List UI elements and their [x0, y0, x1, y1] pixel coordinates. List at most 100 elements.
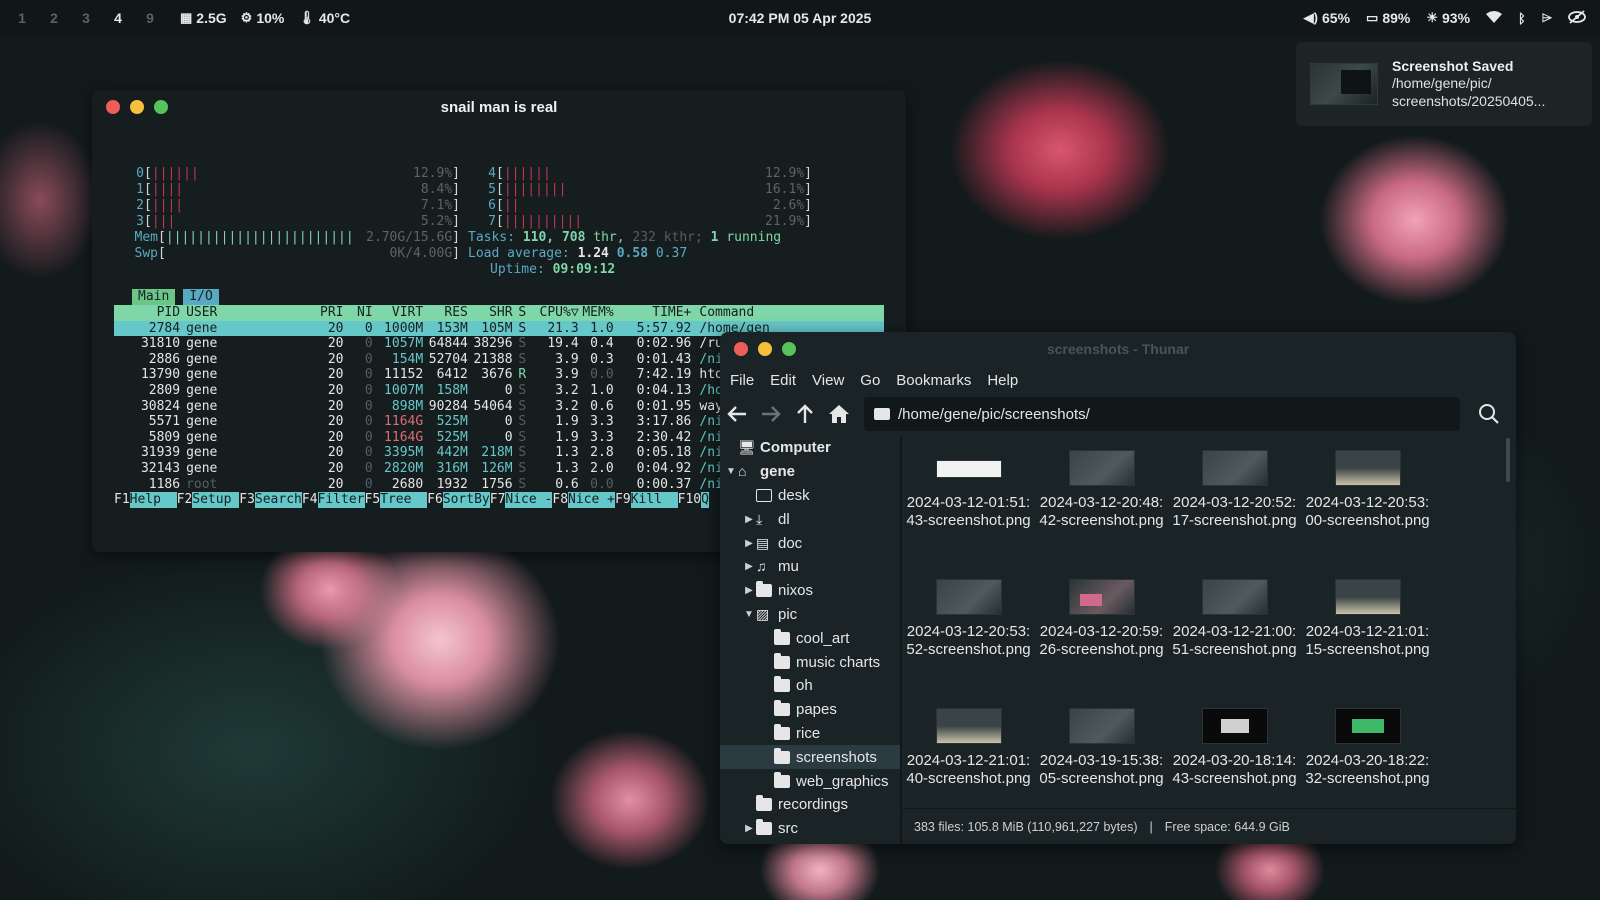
brightness-stat[interactable]: ☀ 93%	[1426, 10, 1470, 26]
menu-bookmarks[interactable]: Bookmarks	[896, 372, 971, 389]
home-button[interactable]	[822, 397, 856, 431]
sidebar-item-desk[interactable]: desk	[720, 484, 900, 508]
cpu-stat[interactable]: ⚙ 10%	[241, 10, 285, 26]
close-button[interactable]	[106, 100, 120, 114]
screenshot-notification[interactable]: Screenshot Saved /home/gene/pic/ screens…	[1296, 42, 1592, 126]
sidebar-item-rice[interactable]: rice	[720, 722, 900, 746]
sidebar-item-src[interactable]: ▶ src	[720, 817, 900, 841]
sidebar-item-dl[interactable]: ▶ ⤓ dl	[720, 507, 900, 531]
back-button[interactable]	[720, 397, 754, 431]
column-header[interactable]: VIRT	[373, 305, 423, 321]
eye-off-icon[interactable]	[1568, 9, 1586, 27]
tab-main[interactable]: Main	[132, 289, 176, 305]
sidebar-item-doc[interactable]: ▶ ▤ doc	[720, 531, 900, 555]
picture-icon: ▨	[756, 605, 770, 622]
function-key-label[interactable]: Kill	[630, 492, 678, 508]
sidebar-item-music-charts[interactable]: music charts	[720, 650, 900, 674]
memory-stat[interactable]: ▦ 2.5G	[180, 10, 227, 26]
sidebar-item-cool-art[interactable]: cool_art	[720, 626, 900, 650]
sidebar-item-mu[interactable]: ▶ ♫ mu	[720, 555, 900, 579]
menu-edit[interactable]: Edit	[770, 372, 796, 389]
sidebar-item-screenshots[interactable]: screenshots	[720, 745, 900, 770]
thunar-titlebar[interactable]: screenshots - Thunar	[720, 332, 1516, 366]
file-item[interactable]: 2024-03-12-20:59:26-screenshot.png	[1035, 565, 1168, 659]
function-key-label[interactable]: Q	[701, 492, 709, 508]
chevron-down-icon[interactable]: ▼	[724, 466, 738, 477]
function-key-label[interactable]: Nice -	[505, 492, 553, 508]
file-item[interactable]: 2024-03-12-01:51:43-screenshot.png	[902, 436, 1035, 530]
file-item[interactable]: 2024-03-12-21:01:40-screenshot.png	[902, 694, 1035, 788]
workspace-button[interactable]: 9	[134, 10, 166, 26]
workspace-button[interactable]: 1	[6, 10, 38, 26]
menu-go[interactable]: Go	[860, 372, 880, 389]
sidebar-item-Computer[interactable]: 🖥 Computer	[720, 436, 900, 460]
sidebar-item-web-graphics[interactable]: web_graphics	[720, 769, 900, 793]
file-item[interactable]: 2024-03-20-18:22:32-screenshot.png	[1301, 694, 1434, 788]
file-item[interactable]: 2024-03-20-18:14:43-screenshot.png	[1168, 694, 1301, 788]
volume-stat[interactable]: ◀) 65%	[1304, 10, 1350, 26]
column-header[interactable]: RES	[423, 305, 467, 321]
function-key-label[interactable]: Setup	[192, 492, 240, 508]
chevron-right-icon[interactable]: ▶	[742, 538, 756, 549]
minimize-button[interactable]	[130, 100, 144, 114]
bluetooth-icon[interactable]: ᛒ	[1518, 11, 1526, 26]
file-item[interactable]: 2024-03-12-21:01:15-screenshot.png	[1301, 565, 1434, 659]
temperature-stat[interactable]: 🌡 40°C	[298, 10, 350, 26]
column-header[interactable]: Command	[691, 305, 884, 321]
scrollbar-thumb[interactable]	[1506, 438, 1510, 482]
column-header[interactable]: MEM%	[579, 305, 613, 321]
thunar-file-manager-window[interactable]: screenshots - Thunar File Edit View Go Bookm…	[720, 332, 1516, 844]
file-item[interactable]: 2024-03-12-20:53:52-screenshot.png	[902, 565, 1035, 659]
menu-file[interactable]: File	[730, 372, 754, 389]
sidebar-item-papes[interactable]: papes	[720, 698, 900, 722]
forward-button[interactable]	[754, 397, 788, 431]
wifi-icon[interactable]	[1486, 10, 1503, 26]
maximize-button[interactable]	[782, 342, 796, 356]
up-button[interactable]	[788, 397, 822, 431]
sidebar-item-gene[interactable]: ▼ ⌂ gene	[720, 460, 900, 484]
function-key-label[interactable]: SortBy	[442, 492, 490, 508]
sidebar-item-nixos[interactable]: ▶ nixos	[720, 579, 900, 603]
workspace-button[interactable]: 2	[38, 10, 70, 26]
close-button[interactable]	[734, 342, 748, 356]
file-item[interactable]: 2024-03-12-20:52:17-screenshot.png	[1168, 436, 1301, 530]
maximize-button[interactable]	[154, 100, 168, 114]
column-header[interactable]: NI	[344, 305, 373, 321]
file-item[interactable]: 2024-03-12-20:48:42-screenshot.png	[1035, 436, 1168, 530]
location-bar[interactable]: /home/gene/pic/screenshots/	[864, 397, 1460, 431]
file-item[interactable]: 2024-03-12-20:53:00-screenshot.png	[1301, 436, 1434, 530]
column-header[interactable]: S	[513, 305, 532, 321]
function-key-label[interactable]: Tree	[380, 492, 428, 508]
file-item[interactable]: 2024-03-19-15:38:05-screenshot.png	[1035, 694, 1168, 788]
sidebar-item-recordings[interactable]: recordings	[720, 793, 900, 817]
function-key-label[interactable]: Nice +	[568, 492, 615, 508]
column-header[interactable]: PRI	[246, 305, 343, 321]
tab-io[interactable]: I/O	[183, 289, 219, 305]
workspace-button[interactable]: 4	[102, 10, 134, 26]
column-header[interactable]: USER	[180, 305, 246, 321]
chevron-right-icon[interactable]: ▶	[742, 514, 756, 525]
cell-shr: 0	[504, 414, 513, 430]
file-item[interactable]: 2024-03-12-21:00:51-screenshot.png	[1168, 565, 1301, 659]
workspace-button[interactable]: 3	[70, 10, 102, 26]
search-button[interactable]	[1474, 399, 1504, 429]
sidebar-item-pic[interactable]: ▼ ▨ pic	[720, 603, 900, 627]
function-key-label[interactable]: Search	[254, 492, 302, 508]
column-header[interactable]: CPU%▽	[532, 305, 579, 321]
menu-help[interactable]: Help	[987, 372, 1018, 389]
minimize-button[interactable]	[758, 342, 772, 356]
chevron-right-icon[interactable]: ▶	[742, 561, 756, 572]
power-profile-icon[interactable]: ⌲	[1542, 10, 1552, 26]
column-header[interactable]: TIME+	[614, 305, 691, 321]
function-key-label[interactable]: Help	[129, 492, 177, 508]
sidebar-item-oh[interactable]: oh	[720, 674, 900, 698]
function-key-label[interactable]: Filter	[317, 492, 365, 508]
menu-view[interactable]: View	[812, 372, 844, 389]
chevron-right-icon[interactable]: ▶	[742, 585, 756, 596]
column-header[interactable]: PID	[114, 305, 180, 321]
battery-stat[interactable]: ▭ 89%	[1366, 10, 1410, 26]
htop-titlebar[interactable]: snail man is real	[92, 90, 906, 124]
chevron-right-icon[interactable]: ▶	[742, 823, 756, 834]
chevron-down-icon[interactable]: ▼	[742, 609, 756, 620]
column-header[interactable]: SHR	[468, 305, 512, 321]
